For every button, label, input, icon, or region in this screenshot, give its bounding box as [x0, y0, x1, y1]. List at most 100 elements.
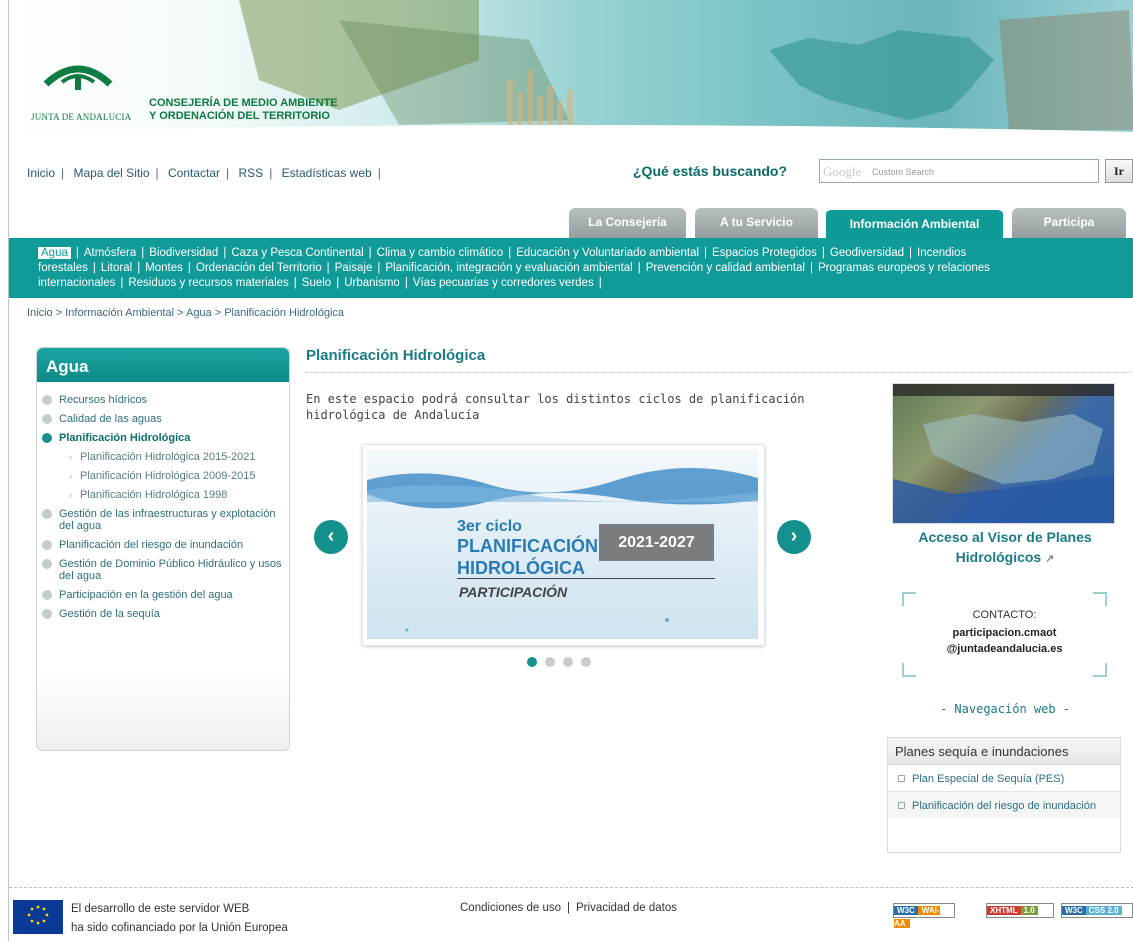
carousel-dot[interactable] [563, 657, 573, 667]
visor-map-image[interactable] [892, 383, 1115, 524]
carousel-dot[interactable] [545, 657, 555, 667]
sidebar-list: Recursos hídricos Calidad de las aguas Pla… [37, 382, 289, 620]
nav-sep: | [226, 166, 230, 180]
sidebar-item-label: Planificación Hidrológica 2015-2021 [80, 451, 256, 463]
tab-a-tu-servicio[interactable]: A tu Servicio [695, 208, 818, 238]
sidebar-item[interactable]: › Planificación Hidrológica 1998 [42, 489, 289, 501]
subnav-item[interactable]: Educación y Voluntariado ambiental [516, 247, 699, 259]
sidebar-item[interactable]: Gestión de las infraestructuras y explot… [42, 508, 289, 532]
navegacion-web-link[interactable]: - Navegación web - [892, 702, 1118, 716]
sidebar-item-label: Gestión de las infraestructuras y explot… [59, 508, 276, 532]
privacidad-link[interactable]: Privacidad de datos [576, 902, 677, 914]
bullet-icon [898, 775, 905, 782]
panel-item-label: Plan Especial de Sequía (PES) [912, 773, 1065, 785]
subnav-sep: | [404, 277, 408, 289]
contact-email[interactable]: participacion.cmaot @juntadeandalucia.es [902, 625, 1107, 657]
xhtml-badge[interactable]: XHTML 1.0 [986, 903, 1054, 918]
subnav-sep: | [809, 262, 813, 274]
subnav-sep: | [293, 277, 297, 289]
sidebar-item-label: Planificación del riesgo de inundación [59, 539, 244, 551]
subnav-item[interactable]: Litoral [101, 262, 132, 274]
subnav-item[interactable]: Biodiversidad [149, 247, 218, 259]
sidebar-item[interactable]: › Planificación Hidrológica 2009-2015 [42, 470, 289, 482]
subnav-item[interactable]: Urbanismo [344, 277, 400, 289]
subnav-item[interactable]: Atmósfera [84, 247, 136, 259]
xhtml-badge-label: XHTML [987, 906, 1021, 915]
sidebar-item[interactable]: Gestión de la sequía [42, 608, 289, 620]
search-input[interactable]: Google Custom Search [819, 159, 1099, 183]
search-button[interactable]: Ir [1105, 159, 1133, 183]
sidebar-item[interactable]: Calidad de las aguas [42, 413, 289, 425]
subnav-sep: | [508, 247, 512, 259]
footer-sep: | [567, 902, 571, 914]
subnav-item[interactable]: Clima y cambio climático [377, 247, 504, 259]
nav-sep: | [377, 166, 381, 180]
panel-item-label: Planificación del riesgo de inundación [912, 800, 1097, 812]
visor-line2: Hidrológicos [955, 549, 1042, 565]
tab-la-consejeria[interactable]: La Consejería [569, 208, 686, 238]
wai-badge[interactable]: W3C WAI-AA [893, 903, 955, 928]
sidebar-item[interactable]: Recursos hídricos [42, 394, 289, 406]
nav-contactar[interactable]: Contactar [168, 166, 220, 180]
carousel-slide[interactable]: 3er ciclo PLANIFICACIÓN HIDROLÓGICA 2021… [362, 444, 765, 646]
eu-flag-icon [13, 900, 63, 934]
subnav-item[interactable]: Caza y Pesca Continental [231, 247, 363, 259]
panel-item-inundacion[interactable]: Planificación del riesgo de inundación [888, 792, 1120, 818]
sidebar-item[interactable]: › Planificación Hidrológica 2015-2021 [42, 451, 289, 463]
subnav-sep: | [75, 247, 79, 259]
panel-item-pes[interactable]: Plan Especial de Sequía (PES) [888, 765, 1120, 792]
contact-title: CONTACTO: [972, 609, 1037, 621]
eu-text-line2: ha sido cofinanciado por la Unión Europe… [71, 922, 288, 934]
sidebar-item[interactable]: Participación en la gestión del agua [42, 589, 289, 601]
subnav-sep: | [336, 277, 340, 289]
nav-mapa-sitio[interactable]: Mapa del Sitio [73, 166, 149, 180]
tab-informacion-ambiental[interactable]: Información Ambiental [826, 208, 1003, 240]
subnav-item[interactable]: Espacios Protegidos [712, 247, 817, 259]
contact-email-line2: @juntadeandalucia.es [946, 643, 1063, 655]
consejeria-line1: CONSEJERÍA DE MEDIO AMBIENTE [149, 97, 338, 109]
subnav-item[interactable]: Residuos y recursos materiales [128, 277, 288, 289]
footer-divider [9, 887, 1133, 888]
junta-logo-icon[interactable] [42, 60, 114, 90]
css-badge[interactable]: W3C CSS 2.0 [1061, 903, 1133, 918]
chevron-left-icon: ‹ [327, 525, 335, 547]
subnav-sep: | [598, 277, 602, 289]
subnav-item[interactable]: Montes [145, 262, 183, 274]
nav-inicio[interactable]: Inicio [27, 166, 55, 180]
google-logo: Google [823, 164, 862, 179]
wai-badge-w3c: W3C [894, 906, 918, 915]
contact-box: CONTACTO: participacion.cmaot @juntadean… [902, 592, 1107, 677]
corner-decoration [1093, 663, 1107, 677]
condiciones-link[interactable]: Condiciones de uso [460, 902, 561, 914]
sidebar-item-label: Gestión de la sequía [59, 608, 160, 620]
nav-estadisticas[interactable]: Estadísticas web [282, 166, 372, 180]
sidebar-item-label: Gestión de Dominio Público Hidráulico y … [59, 558, 282, 582]
subnav-item[interactable]: Planificación, integración y evaluación … [385, 262, 632, 274]
sidebar-item-label: Planificación Hidrológica [59, 432, 191, 444]
nav-sep: | [61, 166, 65, 180]
nav-rss[interactable]: RSS [239, 166, 264, 180]
subnav-sep: | [909, 247, 913, 259]
subnav-sep: | [223, 247, 227, 259]
sidebar-item[interactable]: Gestión de Dominio Público Hidráulico y … [42, 558, 289, 582]
tab-participa[interactable]: Participa [1012, 208, 1126, 238]
carousel-dot[interactable] [581, 657, 591, 667]
carousel-dot[interactable] [527, 657, 537, 667]
visor-link[interactable]: Acceso al Visor de Planes Hidrológicos ↗ [892, 527, 1118, 569]
nav-sep: | [269, 166, 273, 180]
sidebar-item[interactable]: Planificación Hidrológica [42, 432, 289, 444]
subnav-item[interactable]: Agua [38, 247, 71, 259]
eu-cofinanciado-text: El desarrollo de este servidor WEB ha si… [71, 900, 288, 938]
nav-sep: | [155, 166, 159, 180]
subnav-item[interactable]: Suelo [302, 277, 331, 289]
plus-circle-icon [42, 609, 52, 619]
subnav-item[interactable]: Paisaje [335, 262, 373, 274]
sidebar-item[interactable]: Planificación del riesgo de inundación [42, 539, 289, 551]
subnav-item[interactable]: Geodiversidad [830, 247, 904, 259]
subnav-item[interactable]: Ordenación del Territorio [196, 262, 322, 274]
carousel-prev-button[interactable]: ‹ [314, 520, 348, 554]
carousel-next-button[interactable]: › [777, 520, 811, 554]
external-link-icon: ↗ [1045, 553, 1055, 565]
subnav-item[interactable]: Prevención y calidad ambiental [646, 262, 805, 274]
subnav-item[interactable]: Vías pecuarias y corredores verdes [413, 277, 594, 289]
